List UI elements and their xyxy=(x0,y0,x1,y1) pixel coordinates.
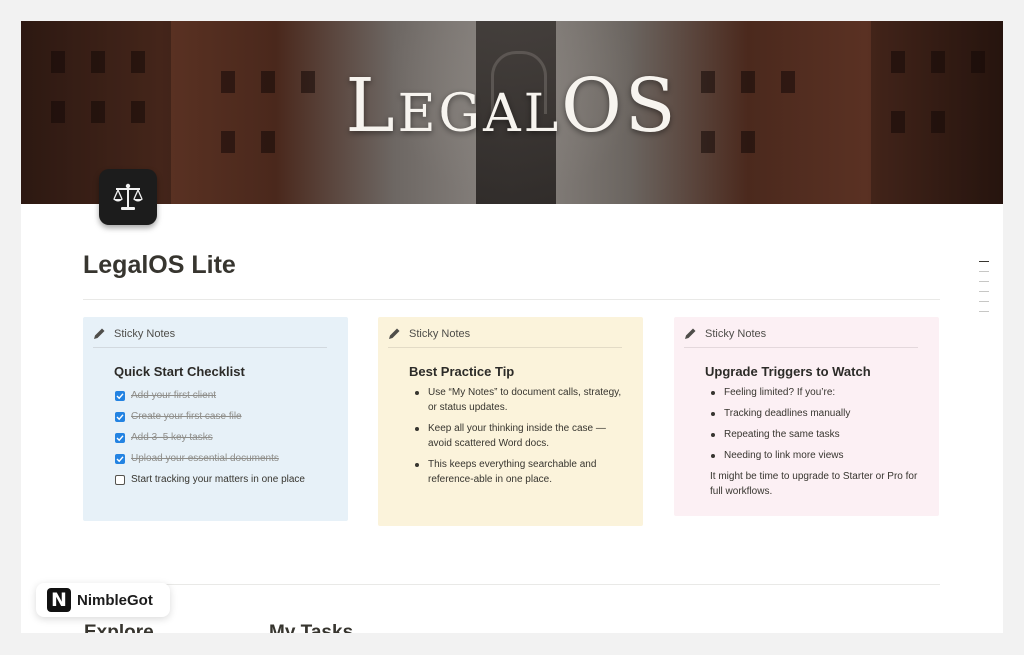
toc-line[interactable] xyxy=(979,281,989,282)
section-heading-explore: Explore xyxy=(84,622,154,633)
list-item: Needing to link more views xyxy=(710,448,925,463)
scales-of-justice-icon[interactable] xyxy=(99,169,157,225)
pencil-icon xyxy=(685,328,696,339)
checklist-item[interactable]: Create your first case file xyxy=(115,406,334,427)
checkbox-checked[interactable] xyxy=(115,453,125,464)
sticky-note-header: Sticky Notes xyxy=(93,327,327,348)
checklist-item[interactable]: Upload your essential documents xyxy=(115,448,334,469)
checkbox-unchecked[interactable] xyxy=(115,474,125,485)
list-item: Tracking deadlines manually xyxy=(710,406,925,421)
checklist-item[interactable]: Start tracking your matters in one place xyxy=(115,469,334,490)
cover-title: LegalOS xyxy=(345,63,679,149)
toc-line[interactable] xyxy=(979,271,989,272)
scales-icon-graphic xyxy=(113,183,143,210)
title-divider xyxy=(83,299,940,300)
pencil-icon xyxy=(389,328,400,339)
checkbox-checked[interactable] xyxy=(115,390,125,401)
checklist-item[interactable]: Add your first client xyxy=(115,385,334,406)
checklist-label: Add 3–5 key tasks xyxy=(131,432,213,443)
list-item: Repeating the same tasks xyxy=(710,427,925,442)
card-title: Best Practice Tip xyxy=(409,364,515,379)
upgrade-note: It might be time to upgrade to Starter o… xyxy=(710,471,918,497)
card-title: Quick Start Checklist xyxy=(114,364,245,379)
checklist-label: Upload your essential documents xyxy=(131,453,279,464)
sticky-note-label: Sticky Notes xyxy=(409,327,471,340)
cover-image: LegalOS xyxy=(21,21,1003,204)
checklist-label: Start tracking your matters in one place xyxy=(131,474,305,485)
checkbox-checked[interactable] xyxy=(115,432,125,443)
toc-line[interactable] xyxy=(979,291,989,292)
checkbox-checked[interactable] xyxy=(115,411,125,422)
sticky-note-label: Sticky Notes xyxy=(705,327,767,340)
sticky-note-upgrade-triggers: Sticky Notes Upgrade Triggers to Watch F… xyxy=(674,317,939,516)
page-title: LegalOS Lite xyxy=(83,251,236,279)
checklist-label: Create your first case file xyxy=(131,411,242,422)
section-heading-my-tasks: My Tasks xyxy=(269,622,354,633)
nimblegot-badge[interactable]: N NimbleGot xyxy=(36,583,170,617)
page-frame: LegalOS LegalOS Lite Sticky Notes Quick … xyxy=(21,21,1003,633)
nimblegot-logo-icon: N xyxy=(47,588,71,612)
sticky-note-header: Sticky Notes xyxy=(388,327,622,348)
toc-line[interactable] xyxy=(979,311,989,312)
table-of-contents-minimap[interactable] xyxy=(979,261,989,321)
toc-line-active[interactable] xyxy=(979,261,989,262)
sticky-note-best-practice: Sticky Notes Best Practice Tip Use “My N… xyxy=(378,317,643,526)
section-divider xyxy=(83,584,940,585)
quick-start-checklist: Add your first client Create your first … xyxy=(115,385,334,490)
sticky-note-header: Sticky Notes xyxy=(684,327,918,348)
list-item: Feeling limited? If you’re: xyxy=(710,385,925,400)
toc-line[interactable] xyxy=(979,301,989,302)
sticky-note-label: Sticky Notes xyxy=(114,327,176,340)
badge-label: NimbleGot xyxy=(77,591,153,609)
checklist-label: Add your first client xyxy=(131,390,217,401)
checklist-item[interactable]: Add 3–5 key tasks xyxy=(115,427,334,448)
card-title: Upgrade Triggers to Watch xyxy=(705,364,871,379)
triggers-list: Feeling limited? If you’re: Tracking dea… xyxy=(710,385,925,463)
sticky-note-quick-start: Sticky Notes Quick Start Checklist Add y… xyxy=(83,317,348,521)
tips-list: Use “My Notes” to document calls, strate… xyxy=(414,385,629,487)
pencil-icon xyxy=(94,328,105,339)
list-item: Keep all your thinking inside the case —… xyxy=(414,421,629,451)
list-item: This keeps everything searchable and ref… xyxy=(414,457,629,487)
list-item: Use “My Notes” to document calls, strate… xyxy=(414,385,629,415)
